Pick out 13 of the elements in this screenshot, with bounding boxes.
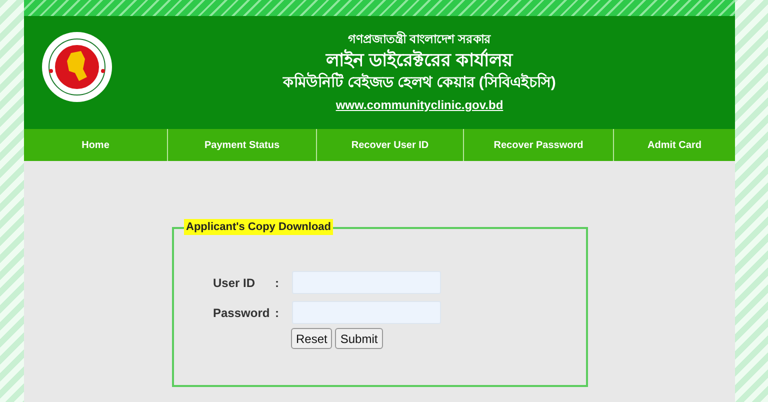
colon-separator: :	[275, 304, 280, 322]
emblem-icon	[41, 31, 113, 103]
nav-link[interactable]: Admit Card	[614, 129, 735, 161]
field-label: User ID	[213, 274, 256, 292]
reset-button[interactable]: Reset	[291, 328, 332, 349]
program-title: কমিউনিটি বেইজড হেলথ কেয়ার (সিবিএইচসি)	[283, 72, 556, 93]
form-legend: Applicant's Copy Download	[184, 219, 334, 235]
office-title: লাইন ডাইরেক্টরের কার্যালয়	[326, 48, 513, 72]
submit-button[interactable]: Submit	[335, 328, 383, 349]
website-link[interactable]: www.communityclinic.gov.bd	[336, 96, 504, 114]
government-title: গণপ্রজাতন্ত্রী বাংলাদেশ সরকার	[348, 30, 491, 48]
field-label: Password	[213, 304, 271, 322]
colon-separator: :	[275, 274, 280, 292]
